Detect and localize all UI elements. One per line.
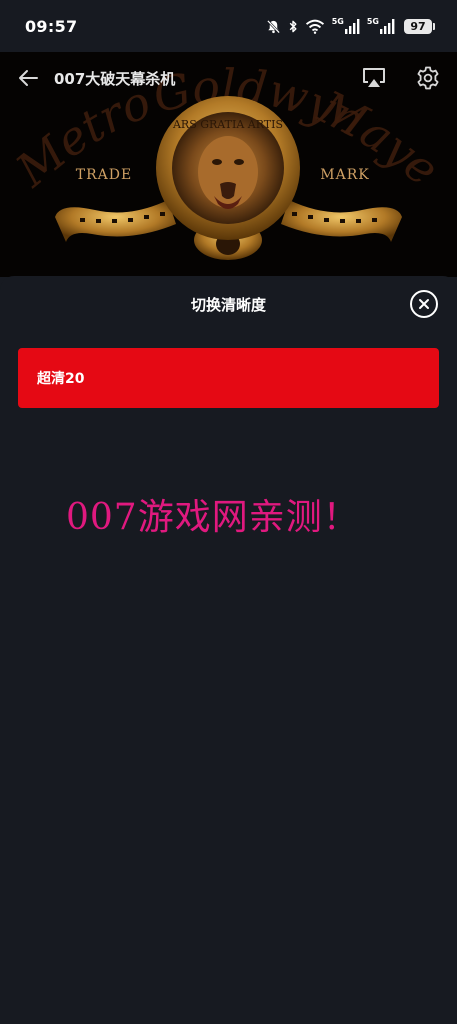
video-player[interactable]: Metro Goldwyn Mayer xyxy=(0,52,457,277)
battery-indicator: 97 xyxy=(404,18,435,34)
wifi-icon xyxy=(305,19,325,34)
signal-icon: 5G xyxy=(366,16,395,34)
network-type-label: 5G xyxy=(366,16,379,26)
status-icons: 5G 5G 97 xyxy=(266,16,435,34)
status-time: 09:57 xyxy=(25,16,78,36)
status-bar: 09:57 5G 5G 97 xyxy=(0,0,457,52)
motto-text: ARS GRATIA ARTIS xyxy=(172,118,283,131)
airplay-icon xyxy=(363,68,385,87)
watermark-text: 007游戏网亲测！ xyxy=(66,497,360,538)
back-arrow-icon xyxy=(19,70,38,86)
gear-icon xyxy=(417,66,439,90)
back-button[interactable] xyxy=(16,66,40,90)
video-title: 007大破天幕杀机 xyxy=(54,69,176,88)
app-screen: 09:57 5G 5G 97 Metro Goldwyn Maye ARS GR… xyxy=(0,0,457,1024)
sheet-header: 切换清晰度 xyxy=(0,276,457,332)
settings-button[interactable] xyxy=(415,65,441,91)
quality-option-label: 超清20 xyxy=(37,371,85,387)
network-type-label: 5G xyxy=(331,16,344,26)
video-header: 007大破天幕杀机 xyxy=(0,52,457,104)
quality-sheet: 切换清晰度 超清20 007游戏网亲测！ xyxy=(0,276,457,1024)
close-button[interactable] xyxy=(410,290,438,318)
quality-option-selected[interactable]: 超清20 xyxy=(18,348,439,408)
trade-text: TRADE xyxy=(76,167,132,183)
close-icon xyxy=(419,299,429,309)
bluetooth-icon xyxy=(288,19,298,34)
bell-muted-icon xyxy=(266,19,281,34)
header-actions xyxy=(361,65,441,91)
signal-icon: 5G xyxy=(331,16,360,34)
airplay-button[interactable] xyxy=(361,65,387,91)
mark-text: MARK xyxy=(320,167,369,183)
sheet-title: 切换清晰度 xyxy=(190,295,266,314)
